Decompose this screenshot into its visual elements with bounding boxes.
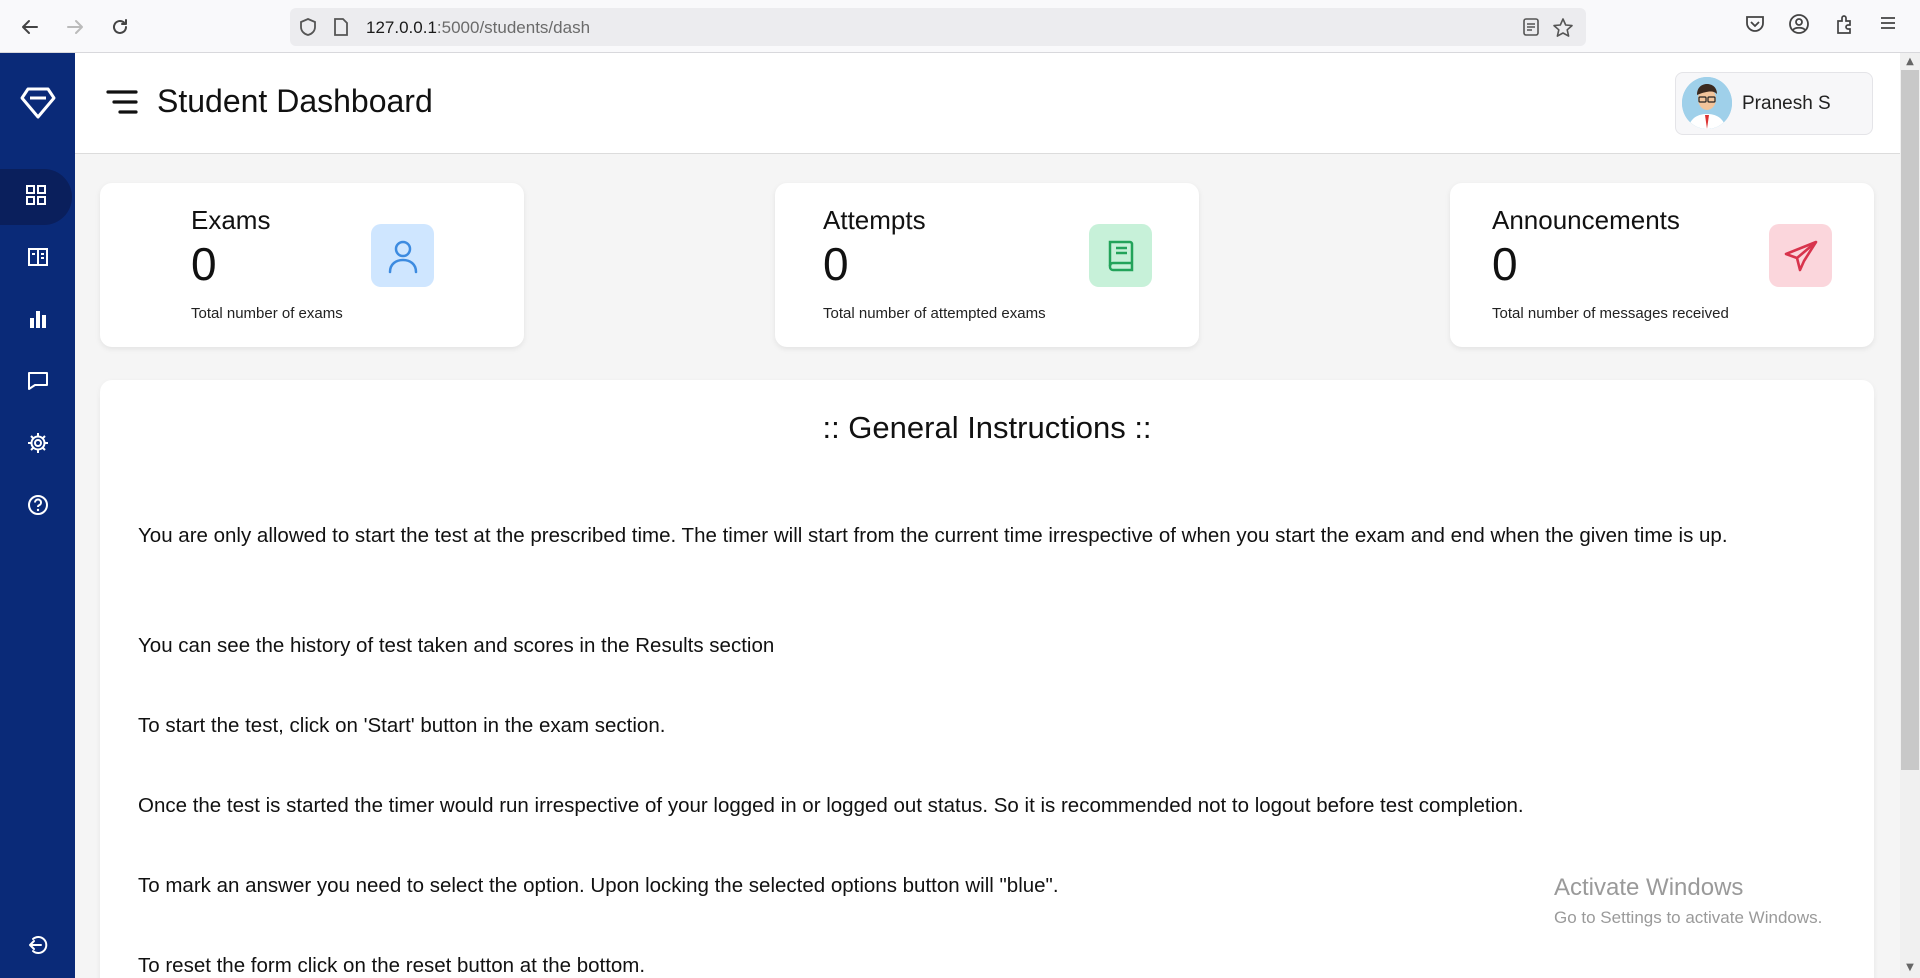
scrollbar-thumb[interactable] — [1901, 70, 1919, 770]
card-subtitle: Total number of exams — [191, 305, 343, 322]
card-announcements[interactable]: Announcements 0 Total number of messages… — [1450, 183, 1874, 347]
sidebar-item-logout[interactable] — [0, 919, 75, 975]
logo-icon[interactable] — [20, 86, 56, 124]
extensions-icon[interactable] — [1834, 13, 1856, 39]
activation-watermark-subtitle: Go to Settings to activate Windows. — [1554, 908, 1823, 927]
card-subtitle: Total number of messages received — [1492, 305, 1729, 322]
card-subtitle: Total number of attempted exams — [823, 305, 1046, 322]
card-exams[interactable]: Exams 0 Total number of exams — [100, 183, 524, 347]
gear-icon — [27, 432, 49, 458]
browser-toolbar: 127.0.0.1:5000/students/dash — [0, 0, 1920, 53]
bookmark-star-icon[interactable] — [1552, 17, 1574, 43]
avatar — [1682, 77, 1732, 129]
page-icon[interactable] — [332, 17, 350, 41]
reader-view-icon[interactable] — [1522, 17, 1540, 41]
card-title: Attempts — [823, 205, 926, 235]
user-icon — [371, 224, 434, 287]
send-icon — [1769, 224, 1832, 287]
pocket-icon[interactable] — [1744, 13, 1766, 39]
scroll-down-icon[interactable]: ▼ — [1903, 962, 1917, 974]
book-open-icon — [27, 247, 49, 271]
instructions-title: :: General Instructions :: — [822, 410, 1152, 445]
sidebar-item-dashboard[interactable] — [0, 169, 72, 225]
card-value: 0 — [823, 238, 849, 290]
address-bar[interactable]: 127.0.0.1:5000/students/dash — [290, 8, 1586, 46]
user-name: Pranesh S — [1742, 93, 1831, 114]
help-icon — [27, 494, 49, 520]
bar-chart-icon — [28, 309, 48, 333]
book-icon — [1089, 224, 1152, 287]
sidebar-item-results[interactable] — [0, 293, 75, 349]
sidebar-item-announcements[interactable] — [0, 355, 75, 411]
instruction-item: You are only allowed to start the test a… — [138, 524, 1728, 547]
url-text[interactable]: 127.0.0.1:5000/students/dash — [366, 18, 590, 38]
page-header: Student Dashboard Pranesh S — [75, 53, 1900, 154]
shield-icon[interactable] — [298, 17, 318, 41]
sidebar-item-settings[interactable] — [0, 417, 75, 473]
reload-icon[interactable] — [105, 12, 135, 42]
card-title: Announcements — [1492, 205, 1680, 235]
back-icon[interactable] — [15, 12, 45, 42]
scroll-up-icon[interactable]: ▲ — [1903, 56, 1917, 68]
sidebar — [0, 53, 75, 978]
card-title: Exams — [191, 205, 271, 235]
dashboard-icon — [26, 185, 46, 209]
message-icon — [27, 371, 49, 395]
sidebar-item-help[interactable] — [0, 479, 75, 535]
card-value: 0 — [1492, 238, 1518, 290]
card-value: 0 — [191, 238, 217, 290]
page-title: Student Dashboard — [157, 83, 433, 119]
instruction-item: You can see the history of test taken an… — [138, 634, 775, 657]
card-attempts[interactable]: Attempts 0 Total number of attempted exa… — [775, 183, 1199, 347]
user-profile-button[interactable]: Pranesh S — [1675, 72, 1873, 135]
forward-icon[interactable] — [60, 12, 90, 42]
activation-watermark-title: Activate Windows — [1554, 874, 1744, 901]
app-menu-icon[interactable] — [1878, 13, 1898, 37]
logout-icon — [27, 934, 49, 960]
sidebar-item-exams[interactable] — [0, 231, 75, 287]
account-icon[interactable] — [1788, 13, 1810, 39]
menu-toggle-icon[interactable] — [106, 89, 138, 121]
instruction-item: Once the test is started the timer would… — [138, 794, 1524, 817]
instruction-item: To reset the form click on the reset but… — [138, 954, 646, 977]
instruction-item: To start the test, click on 'Start' butt… — [138, 714, 666, 737]
